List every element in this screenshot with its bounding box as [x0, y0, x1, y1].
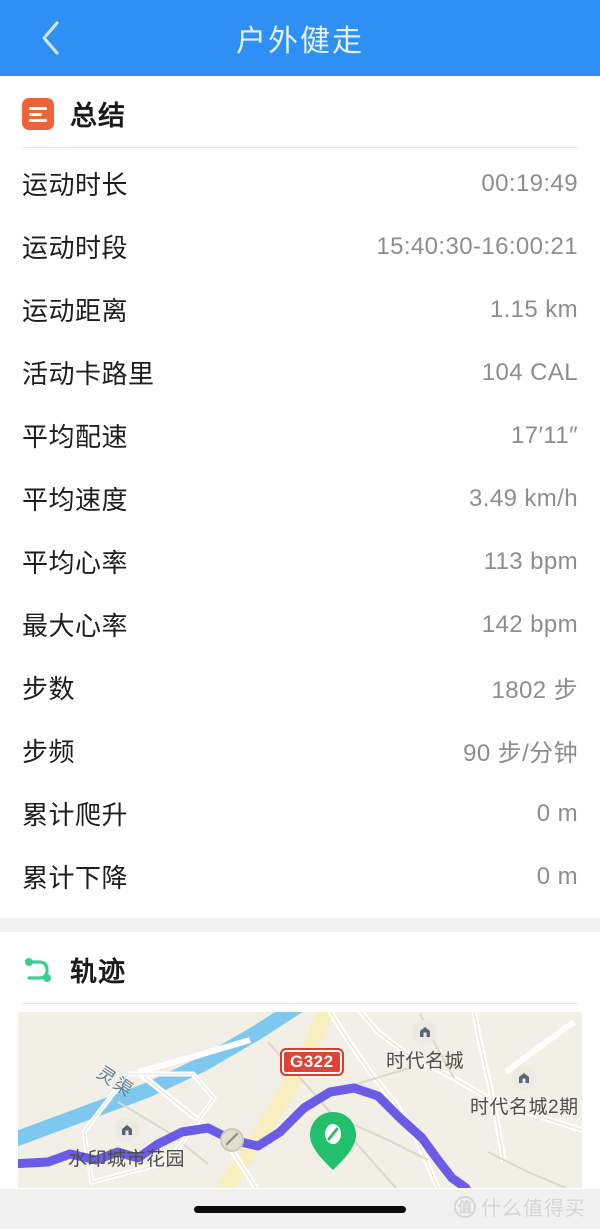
- page-title: 户外健走: [236, 25, 364, 58]
- table-row: 平均速度 3.49 km/h: [0, 467, 600, 530]
- track-section-title: 轨迹: [70, 957, 126, 987]
- row-label: 活动卡路里: [22, 359, 155, 389]
- table-row: 活动卡路里 104 CAL: [0, 341, 600, 404]
- table-row: 步数 1802 步: [0, 656, 600, 719]
- watermark-logo: 值: [454, 1195, 476, 1218]
- row-value: 17′11″: [510, 421, 578, 449]
- table-row: 累计爬升 0 m: [0, 782, 600, 845]
- summary-section: 总结 运动时长 00:19:49 运动时段 15:40:30-16:00:21 …: [0, 76, 600, 918]
- watermark: 值 什么值得买: [454, 1192, 586, 1221]
- highway-shield-g322: G322: [280, 1048, 344, 1076]
- poi-shuiyin-chengshi-huayuan[interactable]: 水印城市花园: [68, 1118, 185, 1171]
- poi-label: 时代名城2期: [470, 1097, 579, 1118]
- summary-rows: 运动时长 00:19:49 运动时段 15:40:30-16:00:21 运动距…: [0, 148, 600, 918]
- row-label: 步数: [22, 674, 76, 704]
- row-label: 运动时长: [22, 170, 129, 200]
- poi-shidai-mingcheng-2qi[interactable]: 时代名城2期: [470, 1066, 579, 1119]
- row-value: 0 m: [536, 799, 578, 827]
- summary-section-title: 总结: [70, 101, 126, 131]
- track-divider: [22, 1003, 578, 1004]
- table-row: 平均配速 17′11″: [0, 404, 600, 467]
- building-poi-icon: [512, 1066, 537, 1090]
- row-label: 累计爬升: [22, 800, 129, 830]
- home-indicator[interactable]: [194, 1205, 406, 1213]
- map-pin-icon: [310, 1112, 356, 1170]
- app-header: 户外健走: [0, 0, 600, 76]
- row-label: 平均速度: [22, 485, 129, 515]
- row-value: 15:40:30-16:00:21: [376, 232, 578, 260]
- row-value: 0 m: [536, 862, 578, 890]
- building-poi-icon: [114, 1118, 139, 1142]
- row-value: 1.15 km: [489, 295, 578, 323]
- row-value: 1802 步: [491, 677, 578, 704]
- track-section-header: 轨迹: [0, 932, 600, 1003]
- summary-list-icon: [22, 97, 54, 130]
- table-row: 平均心率 113 bpm: [0, 530, 600, 593]
- row-label: 运动距离: [22, 296, 129, 326]
- location-marker[interactable]: [308, 1110, 358, 1177]
- row-label: 累计下降: [22, 863, 129, 893]
- row-value: 3.49 km/h: [469, 484, 578, 512]
- track-section: 轨迹 灵渠 G322 时代名城 时代名城2期 水印城市花园: [0, 932, 600, 1188]
- row-value: 113 bpm: [483, 547, 578, 575]
- map-view[interactable]: 灵渠 G322 时代名城 时代名城2期 水印城市花园: [18, 1012, 582, 1188]
- table-row: 最大心率 142 bpm: [0, 593, 600, 656]
- table-row: 运动距离 1.15 km: [0, 278, 600, 341]
- section-gap-band: [0, 918, 600, 932]
- summary-section-header: 总结: [0, 76, 600, 147]
- row-value: 142 bpm: [481, 610, 578, 638]
- row-value: 104 CAL: [481, 358, 578, 386]
- watermark-text: 什么值得买: [481, 1198, 586, 1220]
- back-button[interactable]: [30, 15, 70, 61]
- route-path-icon: [22, 954, 54, 986]
- row-value: 00:19:49: [481, 169, 578, 197]
- home-bar: 值 什么值得买: [0, 1189, 600, 1229]
- row-label: 步频: [22, 737, 76, 767]
- row-label: 最大心率: [22, 611, 129, 641]
- row-label: 平均心率: [22, 548, 129, 578]
- table-row: 累计下降 0 m: [0, 845, 600, 908]
- poi-label: 水印城市花园: [68, 1149, 186, 1170]
- poi-shidai-mingcheng[interactable]: 时代名城: [386, 1020, 464, 1073]
- poi-label: 时代名城: [386, 1051, 465, 1072]
- chevron-left-icon: [42, 21, 59, 55]
- row-value: 90 步/分钟: [463, 740, 578, 767]
- table-row: 运动时段 15:40:30-16:00:21: [0, 215, 600, 278]
- row-label: 平均配速: [22, 422, 129, 452]
- table-row: 运动时长 00:19:49: [0, 152, 600, 215]
- app-screen: 户外健走 总结 运动时长 00:19:49 运动时段 15:40:30-16:0…: [0, 0, 600, 1229]
- building-poi-icon: [413, 1020, 437, 1044]
- table-row: 步频 90 步/分钟: [0, 719, 600, 782]
- row-label: 运动时段: [22, 233, 129, 263]
